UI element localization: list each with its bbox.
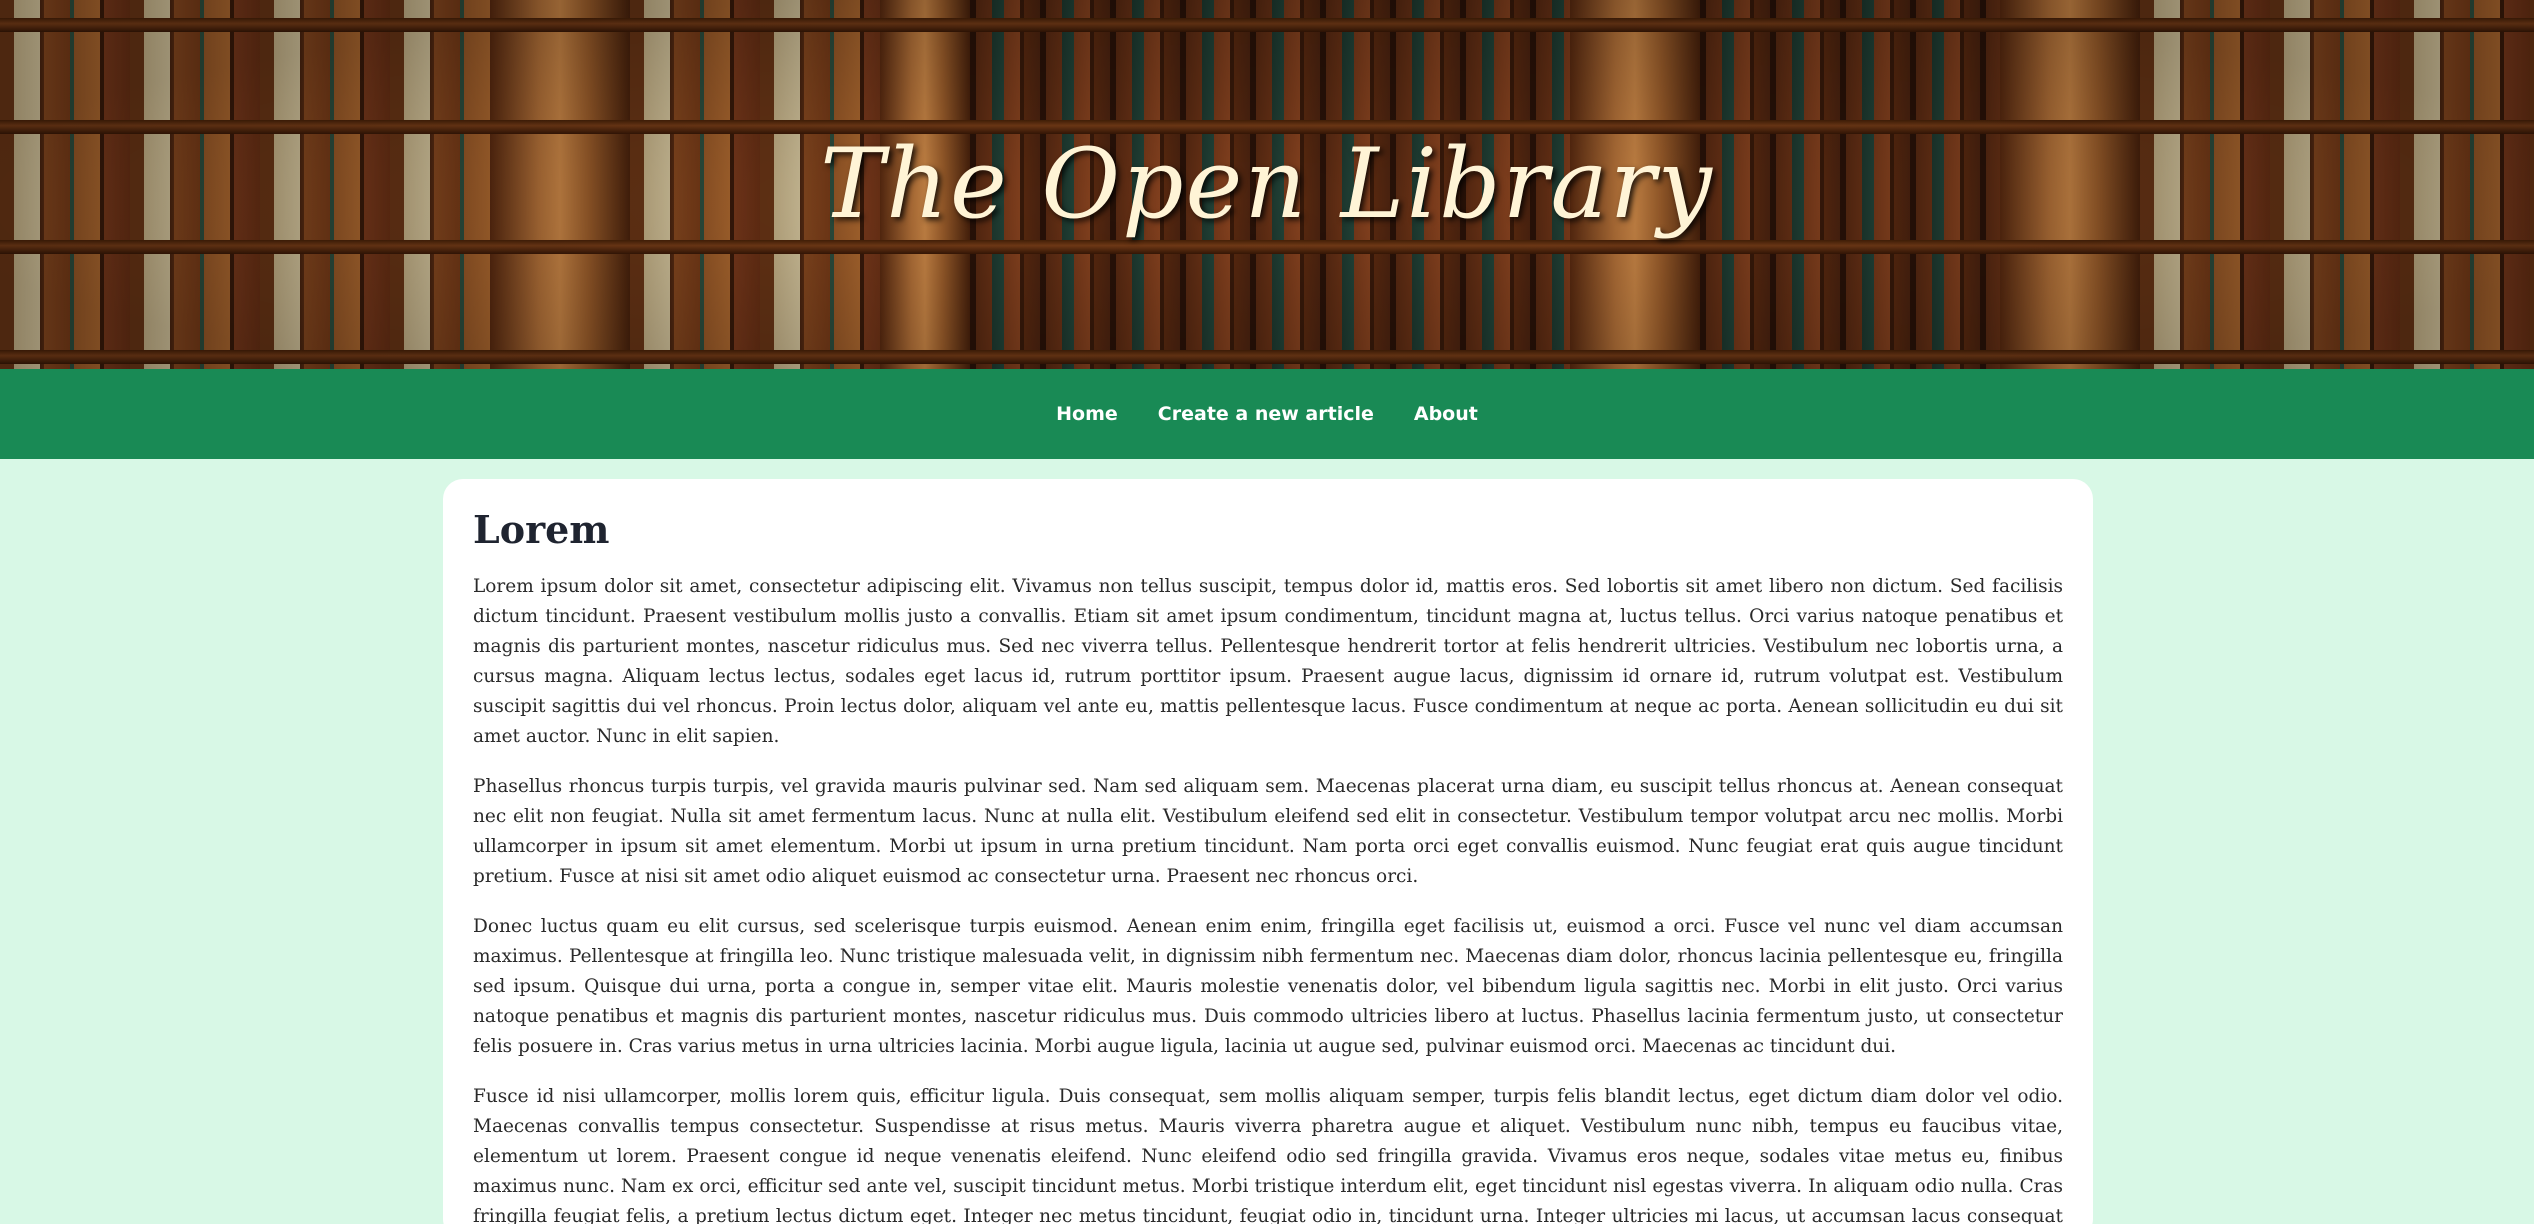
header-banner: The Open Library [0,0,2534,369]
main-nav: Home Create a new article About [0,369,2534,459]
article-paragraph: Lorem ipsum dolor sit amet, consectetur … [473,576,2063,747]
article-paragraph: Donec luctus quam eu elit cursus, sed sc… [473,916,2063,1057]
site-title: The Open Library [820,128,1714,240]
page: The Open Library Home Create a new artic… [0,0,2534,1224]
nav-about-link[interactable]: About [1414,403,1478,425]
article-card: Lorem Lorem ipsum dolor sit amet, consec… [443,479,2093,1224]
article-paragraph: Fusce id nisi ullamcorper, mollis lorem … [473,1086,2063,1224]
article-paragraph: Phasellus rhoncus turpis turpis, vel gra… [473,776,2063,887]
nav-create-article-link[interactable]: Create a new article [1158,403,1374,425]
article-title: Lorem [473,507,610,552]
nav-home-link[interactable]: Home [1056,403,1118,425]
